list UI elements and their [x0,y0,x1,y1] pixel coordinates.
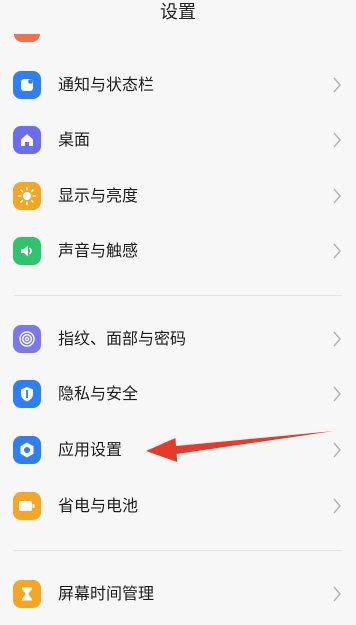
chevron-right-icon [333,188,341,204]
settings-item-label: 省电与电池 [58,496,139,515]
sun-icon [13,182,41,210]
settings-item-screen-time[interactable]: 屏幕时间管理 [0,566,356,622]
home-icon [13,126,41,154]
section-divider [14,295,342,296]
chevron-right-icon [333,442,341,458]
app-settings-icon [13,436,41,464]
settings-item-fingerprint-face-password[interactable]: 指纹、面部与密码 [0,311,356,367]
fingerprint-icon [13,325,41,353]
settings-item-label: 显示与亮度 [58,186,139,205]
settings-item-desktop[interactable]: 桌面 [0,112,356,168]
page-title: 设置 [160,2,196,23]
header: 设置 [0,0,356,32]
settings-item-label: 屏幕时间管理 [58,584,155,603]
section-divider [14,550,342,551]
settings-item-label: 应用设置 [58,440,123,459]
chevron-right-icon [333,386,341,402]
notification-icon [13,71,41,99]
chevron-right-icon [333,243,341,259]
chevron-right-icon [333,586,341,602]
settings-item-label: 通知与状态栏 [58,75,155,94]
settings-item-app-settings[interactable]: 应用设置 [0,422,356,478]
privacy-shield-icon [13,380,41,408]
settings-item-notifications[interactable]: 通知与状态栏 [0,57,356,113]
settings-item-sound[interactable]: 声音与触感 [0,223,356,279]
partially-visible-icon [14,34,40,42]
settings-item-display[interactable]: 显示与亮度 [0,168,356,224]
settings-item-privacy-security[interactable]: 隐私与安全 [0,366,356,422]
battery-icon [13,492,41,520]
chevron-right-icon [333,331,341,347]
settings-item-label: 声音与触感 [58,241,139,260]
chevron-right-icon [333,77,341,93]
speaker-icon [13,237,41,265]
settings-item-label: 隐私与安全 [58,384,139,403]
hourglass-icon [13,580,41,608]
settings-item-label: 桌面 [58,130,91,149]
chevron-right-icon [333,132,341,148]
settings-item-label: 指纹、面部与密码 [58,329,187,348]
chevron-right-icon [333,498,341,514]
settings-item-battery[interactable]: 省电与电池 [0,478,356,534]
